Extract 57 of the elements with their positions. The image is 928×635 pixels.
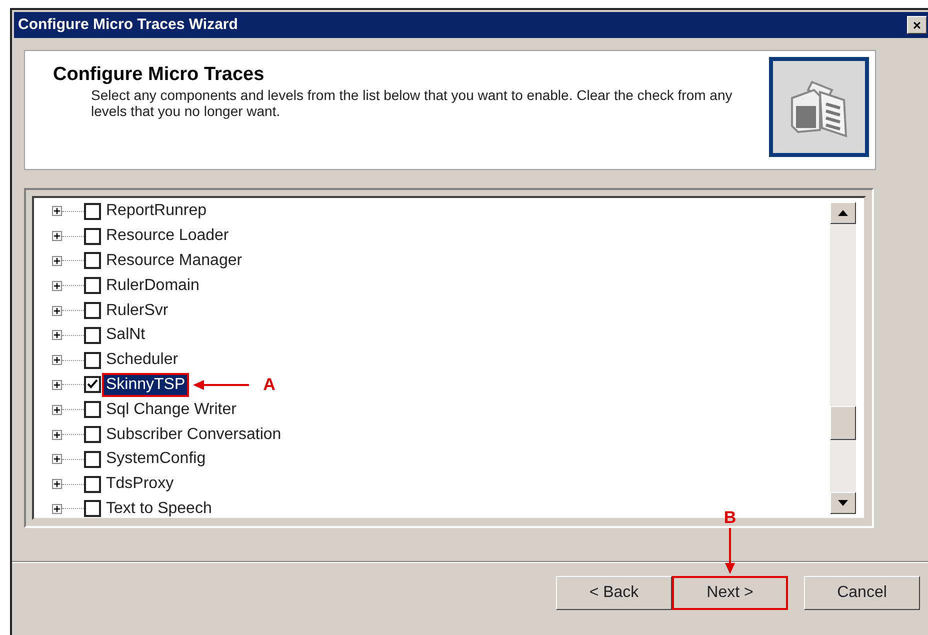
wizard-icon bbox=[769, 57, 869, 157]
scroll-up-button[interactable] bbox=[830, 202, 856, 224]
close-button[interactable]: × bbox=[907, 16, 927, 34]
annotation-arrow bbox=[193, 378, 250, 391]
expand-icon[interactable] bbox=[52, 231, 62, 242]
tree-item[interactable]: Sql Change Writer bbox=[104, 400, 238, 420]
expand-icon[interactable] bbox=[52, 380, 62, 390]
tree-item[interactable]: ReportRunrep bbox=[104, 201, 208, 222]
expand-icon[interactable] bbox=[52, 504, 62, 514]
down-arrow-icon bbox=[838, 500, 848, 506]
scroll-thumb[interactable] bbox=[830, 406, 856, 440]
expand-icon[interactable] bbox=[52, 430, 62, 440]
annotation-label: B bbox=[724, 508, 736, 528]
checkbox[interactable] bbox=[84, 277, 101, 294]
up-arrow-icon bbox=[838, 210, 848, 216]
expand-icon[interactable] bbox=[52, 404, 62, 415]
checkbox[interactable] bbox=[84, 450, 101, 468]
annotation-arrow bbox=[724, 528, 736, 574]
checkbox[interactable] bbox=[84, 500, 101, 518]
checkbox[interactable] bbox=[84, 252, 101, 270]
wizard-button[interactable]: Cancel bbox=[804, 576, 920, 610]
checkbox[interactable] bbox=[84, 376, 101, 394]
tree-item[interactable]: TdsProxy bbox=[104, 474, 176, 494]
checkbox[interactable] bbox=[84, 352, 101, 369]
checkbox[interactable] bbox=[84, 401, 101, 418]
wizard-button[interactable]: < Back bbox=[556, 576, 672, 610]
window-title: Configure Micro Traces Wizard bbox=[18, 14, 238, 35]
tree-item[interactable]: RulerSvr bbox=[104, 300, 170, 321]
tree-item[interactable]: Text to Speech bbox=[104, 498, 214, 518]
scrollbar[interactable] bbox=[830, 202, 856, 514]
checkbox[interactable] bbox=[84, 302, 101, 320]
checkbox[interactable] bbox=[84, 202, 101, 220]
expand-icon[interactable] bbox=[52, 355, 62, 366]
checkbox[interactable] bbox=[84, 476, 101, 493]
checkbox[interactable] bbox=[84, 326, 101, 344]
expand-icon[interactable] bbox=[52, 206, 62, 216]
expand-icon[interactable] bbox=[52, 479, 62, 490]
tree-item[interactable]: SalNt bbox=[104, 325, 148, 346]
tree-item[interactable]: SkinnyTSP bbox=[104, 374, 188, 395]
scroll-down-button[interactable] bbox=[830, 492, 856, 514]
header-description: Select any components and levels from the list below that you want to enable. Clear the check from any levels that you no longer want. bbox=[90, 87, 734, 119]
expand-icon[interactable] bbox=[52, 330, 62, 340]
tree-item[interactable]: RulerDomain bbox=[104, 276, 202, 296]
tree-item[interactable]: Resource Loader bbox=[104, 226, 231, 246]
expand-icon[interactable] bbox=[52, 306, 62, 316]
tree-item[interactable]: Scheduler bbox=[104, 350, 180, 370]
expand-icon[interactable] bbox=[52, 256, 62, 266]
expand-icon[interactable] bbox=[52, 280, 62, 291]
tree-item[interactable]: SystemConfig bbox=[104, 449, 208, 470]
checkbox[interactable] bbox=[84, 426, 101, 444]
checkbox[interactable] bbox=[84, 228, 101, 245]
annotation-label: A bbox=[263, 374, 276, 396]
header-title: Configure Micro Traces bbox=[53, 63, 266, 87]
tree-item[interactable]: Resource Manager bbox=[104, 250, 244, 271]
expand-icon[interactable] bbox=[52, 454, 62, 464]
tree-item[interactable]: Subscriber Conversation bbox=[104, 424, 284, 445]
wizard-button[interactable]: Next > bbox=[672, 576, 788, 610]
